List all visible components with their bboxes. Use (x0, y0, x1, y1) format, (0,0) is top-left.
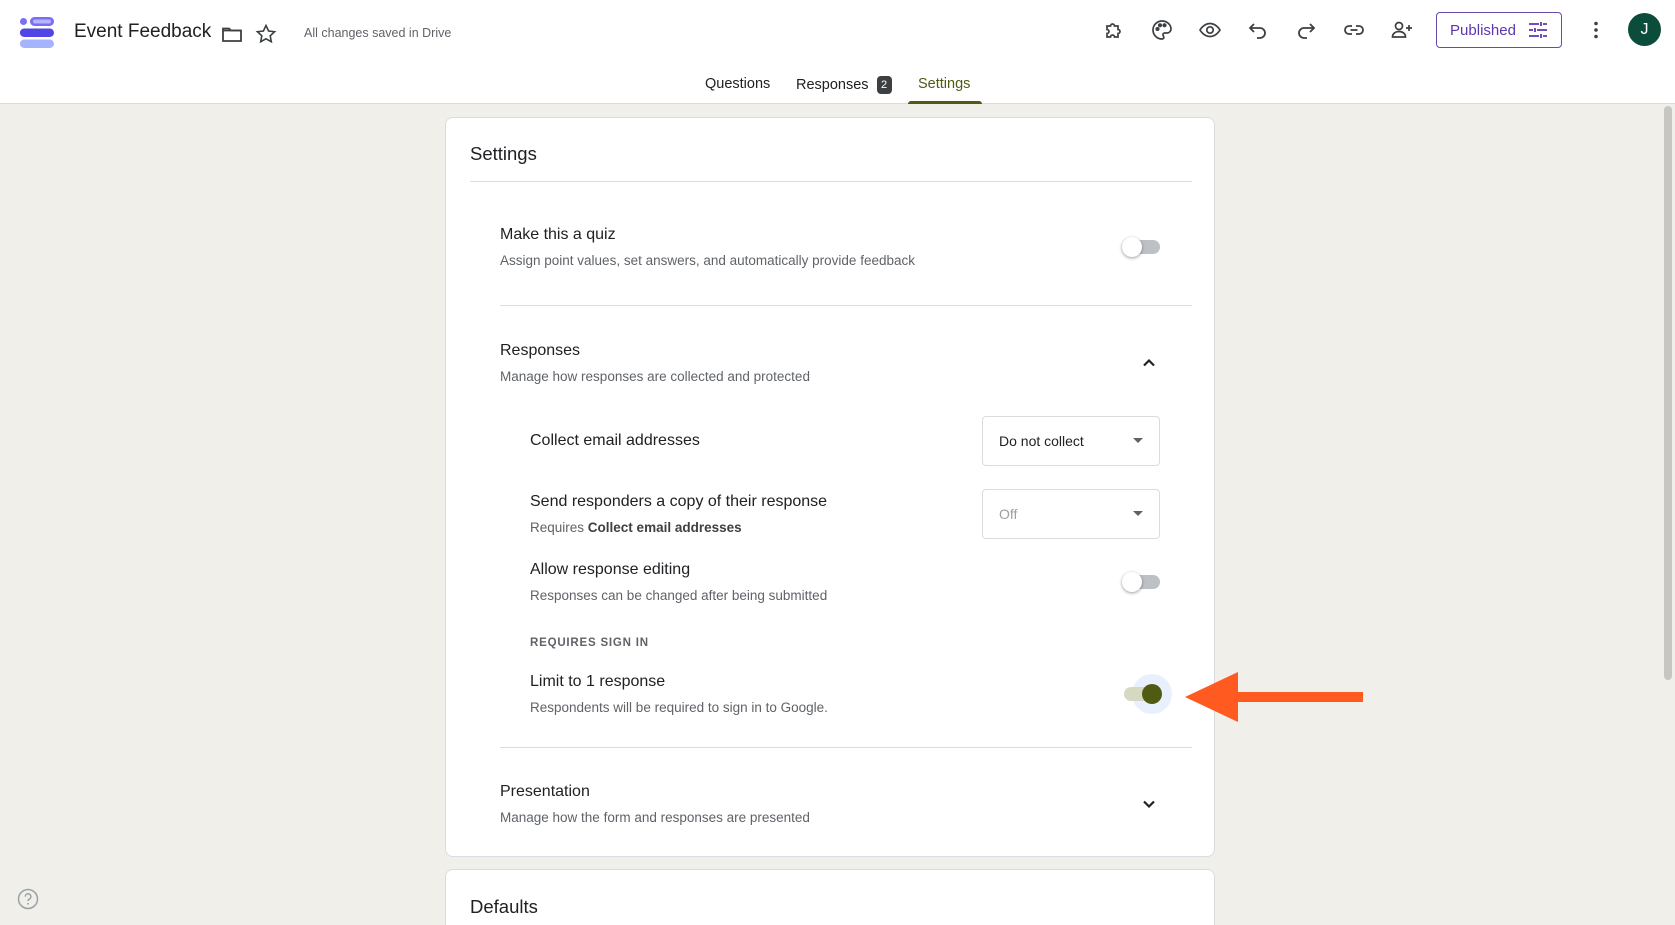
more-options-icon[interactable] (1582, 16, 1610, 44)
addon-puzzle-icon[interactable] (1100, 16, 1128, 44)
presentation-title: Presentation (500, 783, 590, 800)
toggle-thumb (1122, 572, 1142, 592)
folder-icon[interactable] (218, 20, 246, 48)
send-copy-requires-prefix: Requires (530, 520, 585, 535)
toggle-thumb (1122, 237, 1142, 257)
chevron-up-icon[interactable] (1137, 351, 1161, 375)
form-title[interactable]: Event Feedback (74, 21, 211, 43)
quiz-toggle[interactable] (1122, 235, 1162, 259)
tab-settings[interactable]: Settings (918, 76, 970, 104)
link-icon[interactable] (1340, 16, 1368, 44)
tab-responses[interactable]: Responses 2 (796, 76, 892, 104)
app-header: Event Feedback All changes saved in Driv… (0, 0, 1675, 104)
send-copy-value: Off (999, 506, 1018, 522)
toggle-thumb (1142, 684, 1162, 704)
quiz-title: Make this a quiz (500, 226, 616, 243)
send-copy-subtitle: Requires Collect email addresses (530, 520, 742, 535)
defaults-title: Defaults (470, 896, 538, 917)
redo-icon[interactable] (1292, 16, 1320, 44)
allow-editing-subtitle: Responses can be changed after being sub… (530, 588, 828, 603)
limit-one-toggle[interactable] (1122, 674, 1172, 714)
undo-icon[interactable] (1244, 16, 1272, 44)
published-button[interactable]: Published (1436, 12, 1562, 48)
settings-title: Settings (470, 143, 537, 164)
tab-questions[interactable]: Questions (705, 76, 770, 104)
caret-down-icon (1133, 438, 1143, 443)
page-scrollbar[interactable] (1664, 106, 1672, 680)
divider (470, 181, 1192, 182)
responses-count-badge: 2 (876, 76, 892, 94)
avatar[interactable]: J (1628, 13, 1661, 46)
published-label: Published (1450, 21, 1516, 39)
limit-one-subtitle: Respondents will be required to sign in … (530, 700, 828, 715)
defaults-card: Defaults (445, 869, 1215, 925)
divider (500, 305, 1192, 306)
requires-sign-in-label: REQUIRES SIGN IN (530, 637, 649, 649)
annotation-arrow-icon (1185, 672, 1363, 722)
preview-eye-icon[interactable] (1196, 16, 1224, 44)
limit-one-title: Limit to 1 response (530, 673, 666, 690)
send-copy-requires-setting: Collect email addresses (587, 520, 742, 535)
forms-logo-icon[interactable] (18, 14, 56, 52)
caret-down-icon (1133, 511, 1143, 516)
tab-responses-label: Responses (796, 77, 869, 93)
add-collaborator-icon[interactable] (1388, 16, 1416, 44)
publish-settings-icon (1528, 22, 1547, 38)
quiz-subtitle: Assign point values, set answers, and au… (500, 253, 915, 268)
help-icon[interactable] (17, 888, 39, 910)
presentation-subtitle: Manage how the form and responses are pr… (500, 810, 810, 825)
allow-editing-title: Allow response editing (530, 561, 691, 578)
chevron-down-icon[interactable] (1137, 792, 1161, 816)
collect-email-dropdown[interactable]: Do not collect (982, 416, 1160, 466)
allow-editing-toggle[interactable] (1122, 570, 1162, 594)
form-tabs: Questions Responses 2 Settings (0, 72, 1675, 104)
send-copy-dropdown[interactable]: Off (982, 489, 1160, 539)
responses-section-title: Responses (500, 342, 581, 359)
settings-card: Settings Make this a quiz Assign point v… (445, 117, 1215, 857)
collect-email-title: Collect email addresses (530, 432, 700, 449)
annotation-arrow-shape (1185, 672, 1363, 722)
responses-section-subtitle: Manage how responses are collected and p… (500, 369, 810, 384)
palette-icon[interactable] (1148, 16, 1176, 44)
star-icon[interactable] (252, 20, 280, 48)
active-tab-indicator (908, 101, 982, 104)
collect-email-value: Do not collect (999, 433, 1084, 449)
save-status: All changes saved in Drive (304, 26, 452, 40)
divider (500, 747, 1192, 748)
send-copy-title: Send responders a copy of their response (530, 493, 828, 510)
